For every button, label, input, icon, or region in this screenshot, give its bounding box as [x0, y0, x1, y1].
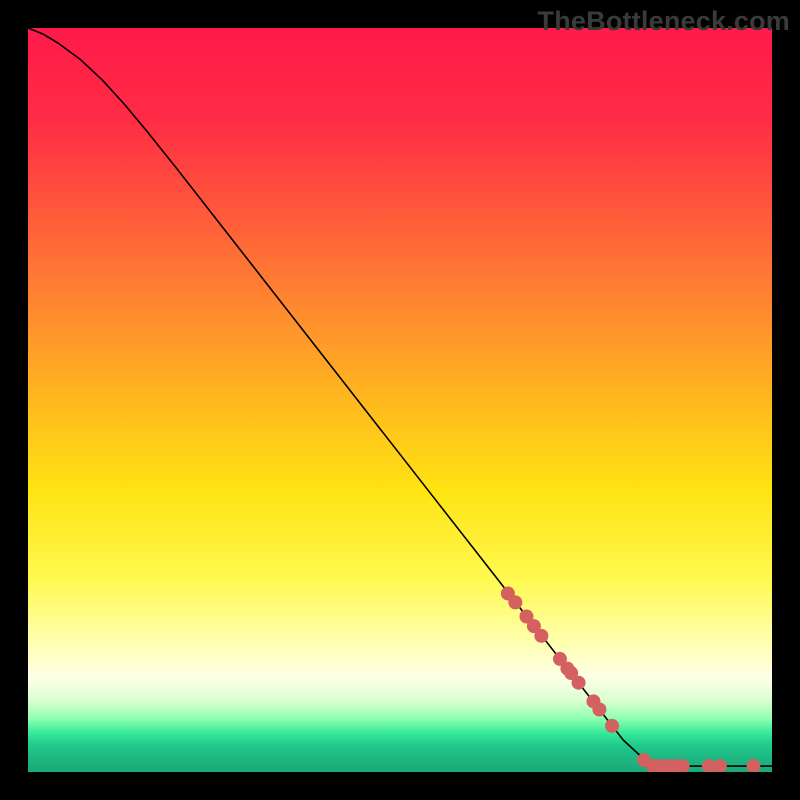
chart-frame: TheBottleneck.com: [0, 0, 800, 800]
marker-point: [508, 595, 522, 609]
marker-point: [605, 719, 619, 733]
marker-point: [592, 703, 606, 717]
chart-plot: [28, 28, 772, 772]
marker-point: [572, 676, 586, 690]
marker-point: [534, 629, 548, 643]
chart-background: [28, 28, 772, 772]
